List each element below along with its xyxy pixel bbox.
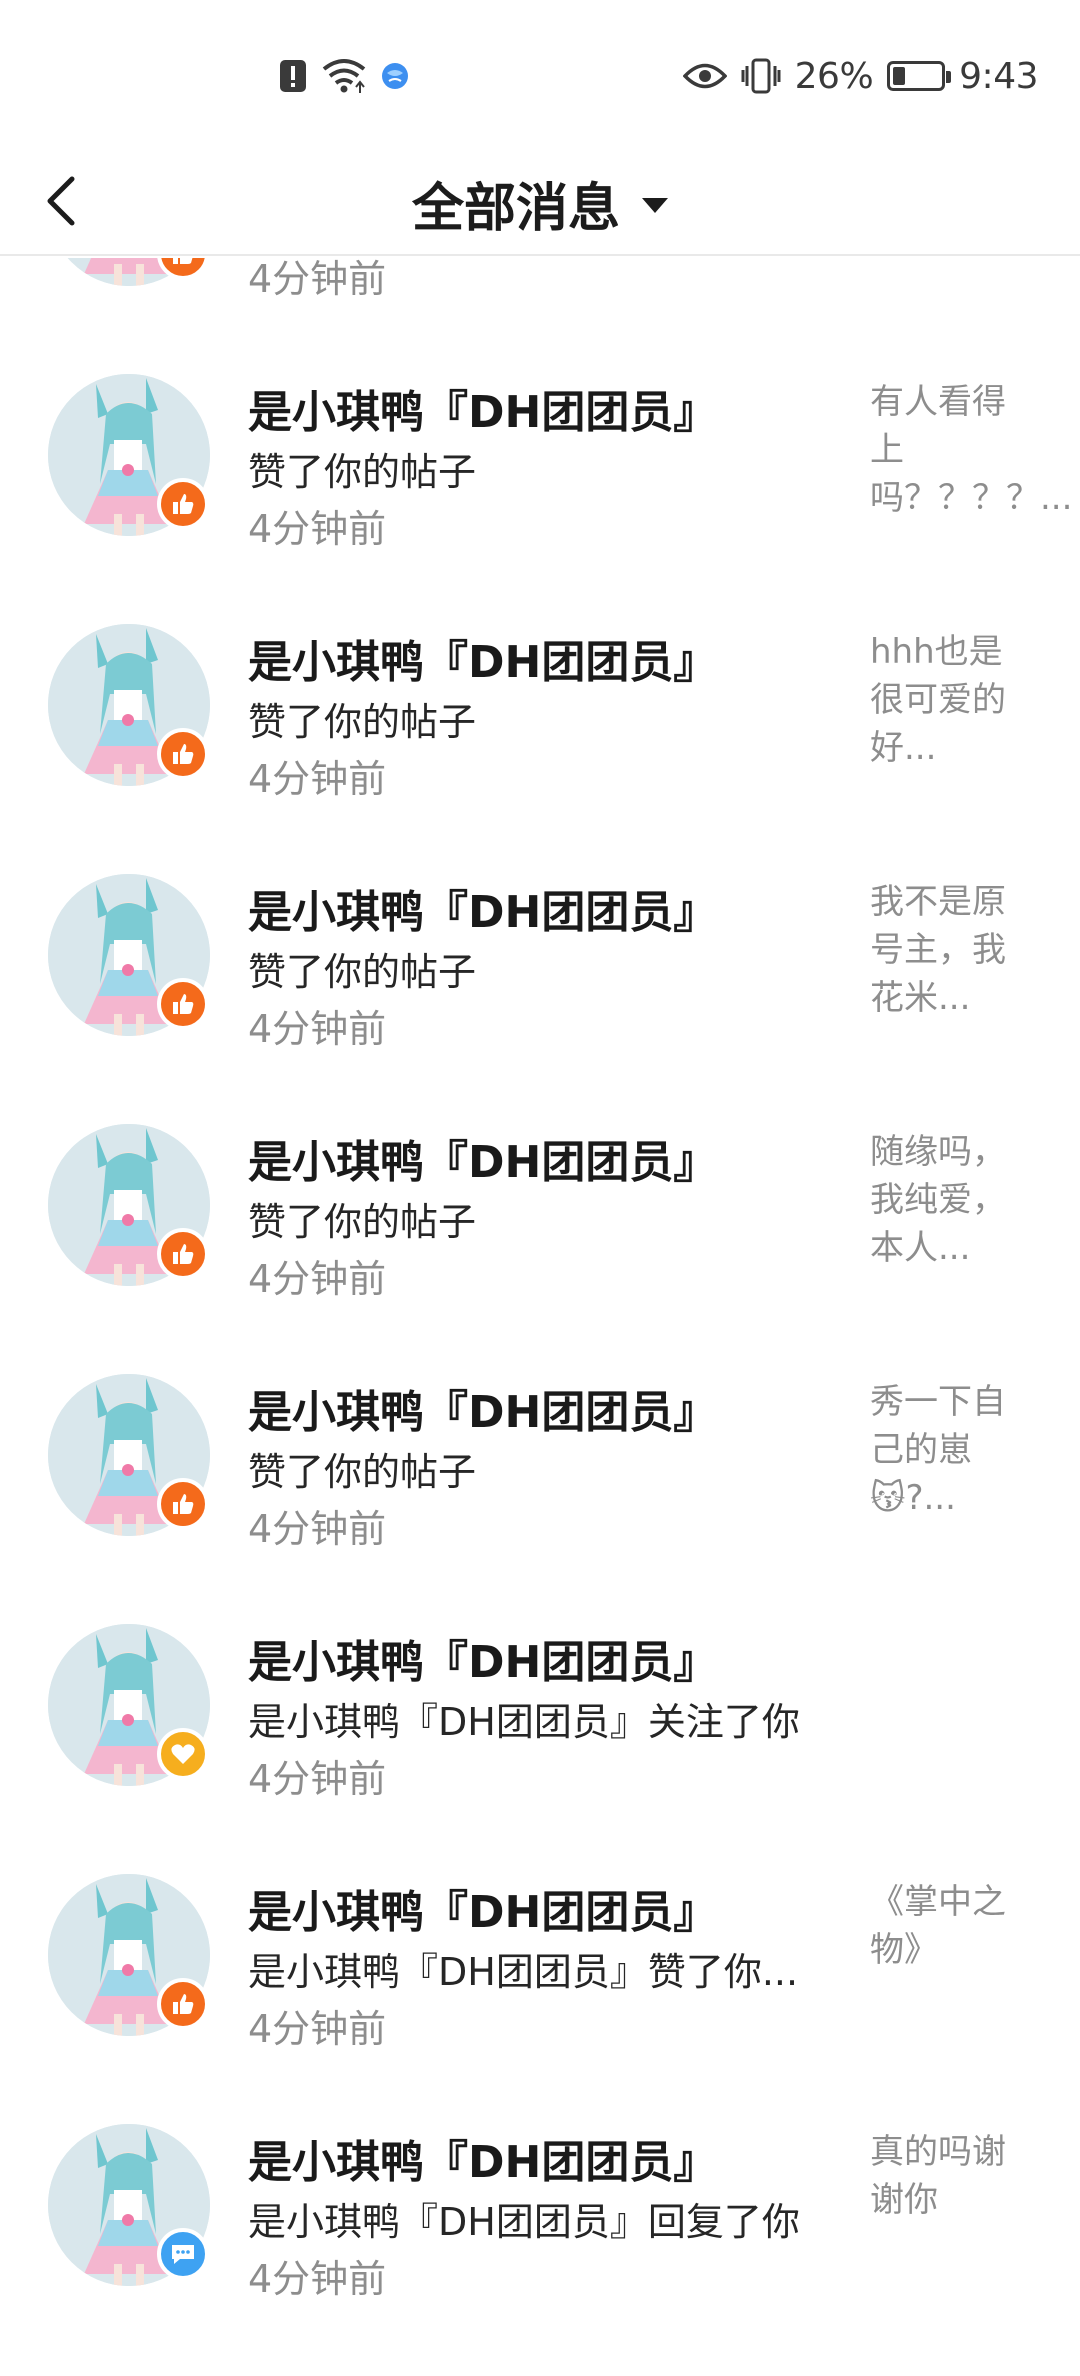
- message-action: 是小琪鸭『DH团团员』关注了你: [248, 1700, 800, 1744]
- message-time: 4分钟前: [248, 757, 387, 801]
- like-badge: [157, 1228, 209, 1280]
- message-item[interactable]: 是小琪鸭『DH团团员』 赞了你的帖子 4分钟前 们，...: [0, 258, 1080, 316]
- message-item[interactable]: 是小琪鸭『DH团团员』 是小琪鸭『DH团团员』赞了你... 4分钟前 《掌中之物…: [0, 1816, 1080, 2066]
- message-list-content: 是小琪鸭『DH团团员』 赞了你的帖子 4分钟前 们，... 是小琪鸭『DH团团员…: [0, 258, 1080, 2316]
- thumbs-up-icon: [173, 1494, 194, 1514]
- message-action: 赞了你的帖子: [248, 700, 477, 744]
- message-time: 4分钟前: [248, 507, 387, 551]
- thumbs-up-icon: [173, 258, 193, 264]
- post-preview[interactable]: 秀一下自己的崽😽?...: [870, 1378, 1020, 1522]
- battery-level-fill: [893, 67, 906, 85]
- message-item[interactable]: 是小琪鸭『DH团团员』 赞了你的帖子 4分钟前 有人看得上吗？？？？...: [0, 316, 1080, 566]
- page-title: 全部消息: [411, 178, 620, 239]
- post-preview[interactable]: 真的吗谢谢你: [870, 2128, 1020, 2224]
- post-preview[interactable]: 《掌中之物》: [870, 1878, 1020, 1974]
- like-badge: [157, 1978, 209, 2030]
- thumbs-up-icon: [173, 1244, 194, 1264]
- message-item[interactable]: 是小琪鸭『DH团团员』 赞了你的帖子 4分钟前 hhh也是很可爱的好...: [0, 566, 1080, 816]
- message-list[interactable]: 是小琪鸭『DH团团员』 赞了你的帖子 4分钟前 们，... 是小琪鸭『DH团团员…: [0, 258, 1080, 2376]
- message-item[interactable]: 是小琪鸭『DH团团员』 赞了你的帖子 4分钟前 我不是原号主，我花米...: [0, 816, 1080, 1066]
- message-time: 4分钟前: [248, 1007, 387, 1051]
- post-preview[interactable]: 我不是原号主，我花米...: [870, 878, 1020, 1022]
- message-action: 赞了你的帖子: [248, 1450, 477, 1494]
- thumbs-up-icon: [173, 494, 194, 514]
- post-preview[interactable]: 随缘吗，我纯爱，本人...: [870, 1128, 1020, 1272]
- message-action: 赞了你的帖子: [248, 1200, 477, 1244]
- message-item[interactable]: 是小琪鸭『DH团团员』 赞了你的帖子 4分钟前 秀一下自己的崽😽?...: [0, 1316, 1080, 1566]
- message-time: 4分钟前: [248, 1257, 387, 1301]
- post-preview[interactable]: hhh也是很可爱的好...: [870, 628, 1020, 772]
- message-action: 是小琪鸭『DH团团员』回复了你: [248, 2200, 800, 2244]
- thumbs-up-icon: [173, 1994, 194, 2014]
- message-action: 是小琪鸭『DH团团员』赞了你...: [248, 1950, 799, 1994]
- sender-name[interactable]: 是小琪鸭『DH团团员』: [248, 1376, 717, 1440]
- message-time: 4分钟前: [248, 2257, 387, 2301]
- header: 全部消息: [0, 150, 1080, 256]
- comment-bubble-icon: [172, 2245, 194, 2264]
- sender-name[interactable]: 是小琪鸭『DH团团员』: [248, 1626, 717, 1690]
- message-item[interactable]: 是小琪鸭『DH团团员』 是小琪鸭『DH团团员』关注了你 4分钟前: [0, 1566, 1080, 1816]
- message-time: 4分钟前: [248, 1757, 387, 1801]
- sender-name[interactable]: 是小琪鸭『DH团团员』: [248, 1876, 717, 1940]
- battery-icon: [887, 61, 952, 91]
- caret-down-icon: [642, 197, 668, 213]
- heart-icon: [171, 1744, 195, 1764]
- wifi-icon: [322, 59, 366, 93]
- sender-name[interactable]: 是小琪鸭『DH团团员』: [248, 876, 717, 940]
- message-time: 4分钟前: [248, 1507, 387, 1551]
- message-time: 4分钟前: [248, 258, 387, 301]
- message-action: 赞了你的帖子: [248, 950, 477, 994]
- sender-name[interactable]: 是小琪鸭『DH团团员』: [248, 376, 717, 440]
- message-item[interactable]: 是小琪鸭『DH团团员』 赞了你的帖子 4分钟前 随缘吗，我纯爱，本人...: [0, 1066, 1080, 1316]
- eye-icon: [682, 63, 727, 89]
- battery-percent: 26%: [794, 55, 874, 97]
- reply-badge: [157, 2228, 209, 2280]
- status-left-icons: [278, 54, 410, 98]
- like-badge: [157, 1478, 209, 1530]
- thumbs-up-icon: [173, 744, 194, 764]
- sender-name[interactable]: 是小琪鸭『DH团团员』: [248, 1126, 717, 1190]
- message-time: 4分钟前: [248, 2007, 387, 2051]
- clock: 9:43: [959, 55, 1038, 97]
- message-item[interactable]: 是小琪鸭『DH团团员』 是小琪鸭『DH团团员』回复了你 4分钟前 真的吗谢谢你: [0, 2066, 1080, 2316]
- thumbs-up-icon: [173, 994, 194, 1014]
- status-right-icons: 26% 9:43: [682, 54, 1038, 98]
- follow-badge: [157, 1728, 209, 1780]
- sender-name[interactable]: 是小琪鸭『DH团团员』: [248, 2126, 717, 2190]
- like-badge: [157, 478, 209, 530]
- vibrate-icon: [741, 58, 781, 94]
- app-globe-icon: [382, 63, 408, 89]
- title-dropdown[interactable]: 全部消息: [0, 150, 1080, 256]
- like-badge: [157, 978, 209, 1030]
- alert-icon: [280, 60, 306, 92]
- status-bar: 26% 9:43: [0, 0, 1080, 150]
- message-action: 赞了你的帖子: [248, 450, 477, 494]
- sender-name[interactable]: 是小琪鸭『DH团团员』: [248, 626, 717, 690]
- post-preview[interactable]: 有人看得上吗？？？？...: [870, 378, 1072, 522]
- like-badge: [157, 728, 209, 780]
